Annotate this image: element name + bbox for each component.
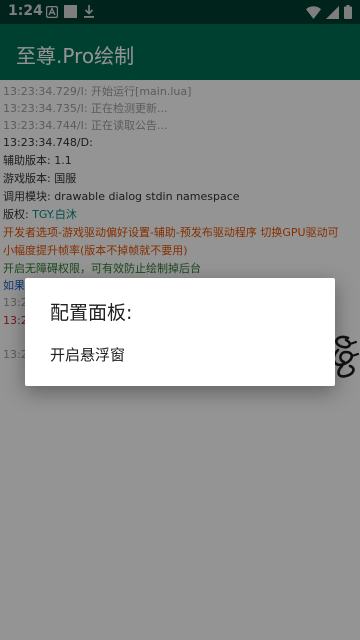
status-bar-scrim (0, 0, 360, 24)
config-dialog: 配置面板: 开启悬浮窗 (25, 278, 335, 386)
dialog-title: 配置面板: (50, 302, 133, 324)
dialog-option-open-floating-window[interactable]: 开启悬浮窗 (50, 344, 125, 365)
